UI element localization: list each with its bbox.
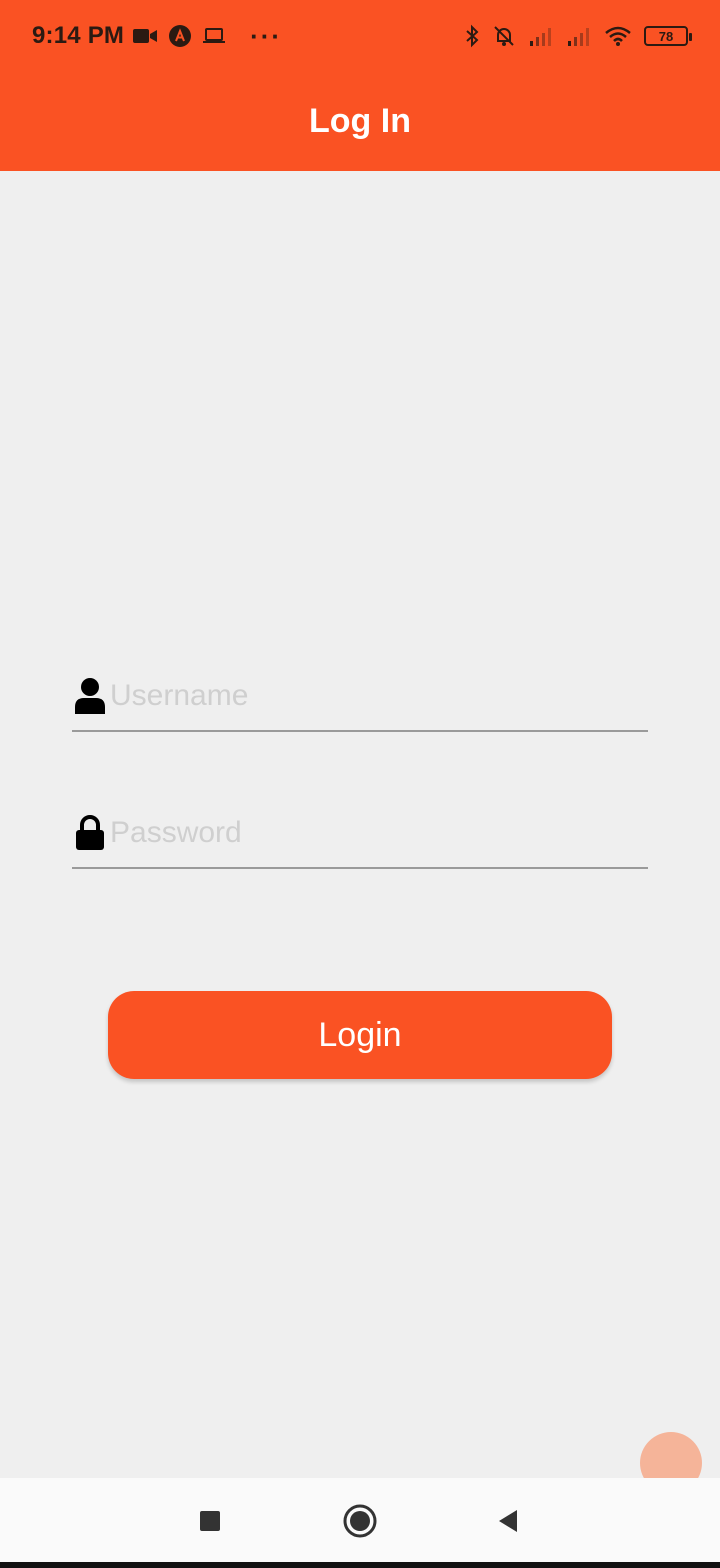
wifi-icon: [604, 25, 632, 47]
home-icon[interactable]: [330, 1491, 390, 1551]
bluetooth-icon: [464, 24, 480, 48]
more-dots-icon: ···: [250, 21, 283, 51]
password-input[interactable]: [108, 806, 648, 860]
login-button[interactable]: Login: [108, 991, 612, 1079]
lock-icon: [72, 813, 108, 853]
app-bar: Log In: [0, 72, 720, 171]
signal-icon: [566, 25, 592, 47]
user-icon: [72, 676, 108, 716]
bell-muted-icon: [492, 24, 516, 48]
back-icon[interactable]: [478, 1491, 538, 1551]
signal-icon: [528, 25, 554, 47]
status-right-icons: 78: [464, 24, 692, 48]
page-title: Log In: [309, 102, 411, 140]
navigation-bar: [0, 1478, 720, 1568]
username-field[interactable]: [72, 662, 648, 732]
battery-icon: 78: [644, 26, 692, 46]
status-bar: 9:14 PM ··· 78: [0, 0, 720, 72]
laptop-icon: [202, 26, 226, 46]
password-field[interactable]: [72, 799, 648, 869]
status-left-icons: ···: [132, 23, 282, 49]
video-camera-icon: [132, 26, 158, 46]
top-bar: 9:14 PM ··· 78 Log In: [0, 0, 720, 171]
username-input[interactable]: [108, 669, 648, 723]
app-notification-icon: [168, 24, 192, 48]
recents-icon[interactable]: [180, 1491, 240, 1551]
status-time: 9:14 PM: [32, 22, 125, 49]
battery-level: 78: [658, 28, 674, 44]
screen-bottom-edge: [0, 1562, 720, 1568]
